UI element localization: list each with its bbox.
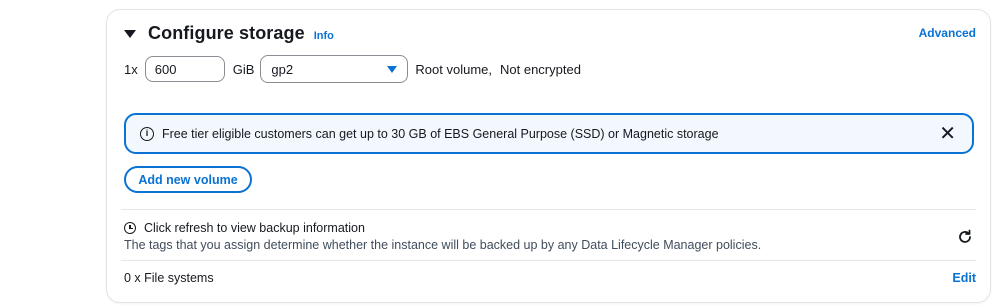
- free-tier-alert: i Free tier eligible customers can get u…: [124, 113, 974, 154]
- volume-size-input[interactable]: 600: [144, 56, 225, 82]
- volume-description: Root volume,: [415, 61, 492, 77]
- backup-info-description: The tags that you assign determine wheth…: [124, 238, 762, 252]
- file-systems-label: 0 x File systems: [124, 271, 214, 285]
- encryption-status: Not encrypted: [500, 61, 581, 77]
- advanced-link[interactable]: Advanced: [919, 26, 976, 40]
- volume-multiplier: 1x: [124, 61, 138, 77]
- clock-icon: [124, 222, 136, 234]
- edit-file-systems-link[interactable]: Edit: [952, 271, 976, 285]
- alert-message: Free tier eligible customers can get up …: [162, 126, 719, 141]
- volume-size-value: 600: [154, 61, 177, 77]
- volume-type-value: gp2: [271, 61, 294, 77]
- close-icon[interactable]: ✕: [939, 124, 956, 144]
- info-icon: i: [140, 126, 154, 141]
- configure-storage-panel: Configure storage Info Advanced 1x 600 G…: [106, 9, 991, 303]
- volume-type-select[interactable]: gp2: [260, 55, 409, 83]
- section-header: Configure storage Info: [124, 23, 334, 44]
- divider: [121, 209, 976, 210]
- divider: [121, 260, 976, 261]
- section-title: Configure storage: [148, 23, 305, 43]
- caret-down-icon: [387, 65, 398, 73]
- refresh-icon-glyph: [959, 229, 971, 243]
- collapse-caret-icon[interactable]: [124, 29, 136, 38]
- volume-unit: GiB: [232, 61, 255, 77]
- backup-info-title-row: Click refresh to view backup information: [124, 221, 365, 235]
- refresh-icon[interactable]: [957, 229, 973, 250]
- add-new-volume-button[interactable]: Add new volume: [124, 166, 252, 193]
- volume-row: 1x 600 GiB gp2 Root volume, Not encrypte…: [124, 55, 581, 83]
- backup-info-title: Click refresh to view backup information: [144, 221, 365, 235]
- info-link[interactable]: Info: [314, 30, 334, 42]
